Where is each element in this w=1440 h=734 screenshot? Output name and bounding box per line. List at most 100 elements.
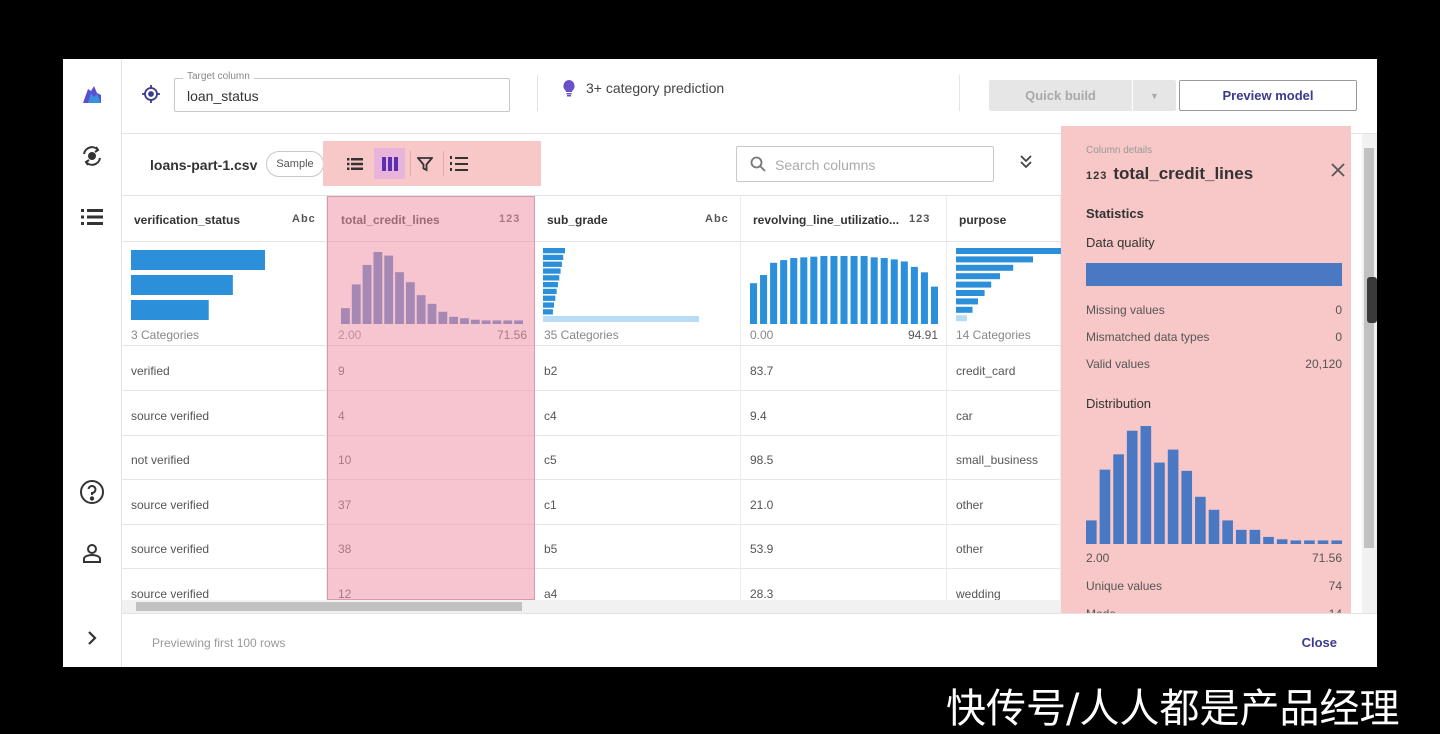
chevron-down-icon[interactable]: ▼	[1133, 80, 1176, 111]
column-summary: 3 Categories	[122, 242, 327, 346]
histogram-bar	[870, 257, 878, 324]
histogram-bar	[1249, 529, 1261, 544]
target-icon	[142, 85, 160, 108]
histogram-bar	[1276, 539, 1288, 544]
summary-min: 0.00	[750, 328, 774, 342]
table-cell: other	[947, 479, 1061, 525]
category-bar	[956, 290, 985, 296]
histogram-bar	[1154, 462, 1165, 544]
view-mode-toolbar	[323, 141, 541, 186]
category-bar	[956, 248, 1061, 254]
histogram-bar	[1126, 430, 1138, 544]
quick-build-button[interactable]: Quick build ▼	[989, 80, 1176, 111]
table-cell: wedding	[947, 569, 1061, 600]
canvas-logo-icon[interactable]	[78, 81, 106, 109]
histogram-bar	[470, 319, 480, 324]
scrollbar-thumb[interactable]	[1364, 148, 1374, 548]
histogram-bar	[930, 286, 938, 324]
histogram-bar	[438, 311, 448, 324]
distribution-histogram	[341, 252, 523, 324]
table-cell: 21.0	[741, 479, 947, 525]
category-bar	[956, 298, 978, 305]
models-icon[interactable]	[78, 142, 106, 170]
table-cell: 28.3	[741, 569, 947, 600]
histogram-bar	[341, 308, 350, 324]
column-header-verification-status[interactable]: verification_status Abc	[122, 196, 327, 242]
close-button[interactable]: Close	[1302, 635, 1337, 650]
distribution-histogram	[750, 256, 938, 324]
category-bar	[131, 300, 209, 320]
table-cell: b5	[535, 524, 741, 570]
left-rail	[63, 59, 122, 667]
category-bar	[956, 315, 967, 322]
preview-model-button[interactable]: Preview model	[1179, 80, 1357, 111]
column-details-kicker: Column details	[1086, 145, 1153, 156]
histogram-bar	[416, 295, 426, 324]
column-summary: 2.00 71.56	[327, 242, 535, 346]
scrollbar-thumb[interactable]	[136, 602, 522, 611]
ordered-list-icon[interactable]	[443, 148, 474, 179]
vertical-scrollbar[interactable]	[1362, 134, 1377, 613]
horizontal-scrollbar[interactable]	[122, 600, 1061, 613]
category-bar	[543, 288, 557, 295]
target-column-select[interactable]: Target column loan_status	[174, 71, 510, 112]
category-bar	[543, 282, 558, 288]
histogram-bar	[362, 264, 372, 324]
preview-rows-text: Previewing first 100 rows	[152, 636, 286, 650]
search-placeholder: Search columns	[775, 157, 876, 173]
column-type-badge: Abc	[292, 213, 316, 225]
table-cell: source verified	[122, 524, 327, 570]
category-bar	[131, 275, 233, 295]
grid-view-icon[interactable]	[374, 148, 405, 179]
category-bar	[543, 316, 699, 322]
column-header-purpose[interactable]: purpose	[947, 196, 1061, 242]
summary-min: 2.00	[338, 328, 362, 342]
category-bar-chart	[131, 250, 265, 320]
help-icon[interactable]	[78, 478, 106, 506]
watermark-text: 快传号/人人都是产品经理	[946, 686, 1400, 732]
search-columns-input[interactable]: Search columns	[736, 146, 994, 182]
histogram-bar	[1290, 540, 1302, 544]
summary-categories: 14 Categories	[956, 328, 1031, 342]
data-grid: verification_status Abc total_credit_lin…	[122, 196, 1061, 600]
table-cell: 83.7	[741, 346, 947, 391]
histogram-bar	[880, 258, 888, 324]
summary-categories: 35 Categories	[544, 328, 619, 342]
column-header-total-credit-lines[interactable]: total_credit_lines 123	[327, 196, 535, 242]
panel-resize-handle[interactable]	[1367, 277, 1377, 323]
expand-rail-chevron-icon[interactable]	[78, 624, 106, 652]
column-summary: 14 Categories	[947, 242, 1061, 346]
divider	[537, 75, 538, 111]
column-details-title: 123 total_credit_lines	[1086, 164, 1253, 184]
column-name: total_credit_lines	[1113, 164, 1254, 183]
histogram-bar	[1113, 454, 1124, 544]
table-cell: 9	[327, 346, 535, 391]
column-details-panel: Column details 123 total_credit_lines Sta…	[1061, 126, 1351, 620]
divider	[959, 75, 960, 111]
histogram-bar	[481, 320, 491, 324]
histogram-bar	[405, 282, 415, 324]
lightbulb-icon	[563, 80, 575, 97]
double-chevron-down-icon[interactable]	[1019, 154, 1033, 175]
close-icon[interactable]	[1331, 163, 1345, 182]
table-cell: source verified	[122, 569, 327, 600]
category-bar	[543, 254, 564, 261]
category-bar-chart	[543, 248, 699, 322]
datasets-list-icon[interactable]	[78, 203, 106, 231]
filter-icon[interactable]	[409, 148, 440, 179]
table-cell: source verified	[122, 479, 327, 525]
table-cell: c5	[535, 435, 741, 481]
table-cell: small_business	[947, 435, 1061, 481]
list-view-icon[interactable]	[339, 148, 370, 179]
histogram-bar	[830, 256, 838, 324]
column-header-name: total_credit_lines	[341, 213, 440, 227]
histogram-bar	[1208, 509, 1220, 544]
histogram-bar	[1099, 469, 1111, 544]
table-cell: 12	[327, 569, 535, 600]
category-bar	[543, 302, 554, 308]
column-header-sub-grade[interactable]: sub_grade Abc	[535, 196, 741, 242]
histogram-bar	[910, 266, 918, 324]
user-icon[interactable]	[78, 539, 106, 567]
column-header-revolving-line-utilization[interactable]: revolving_line_utilizatio... 123	[741, 196, 947, 242]
histogram-bar	[1331, 540, 1342, 544]
